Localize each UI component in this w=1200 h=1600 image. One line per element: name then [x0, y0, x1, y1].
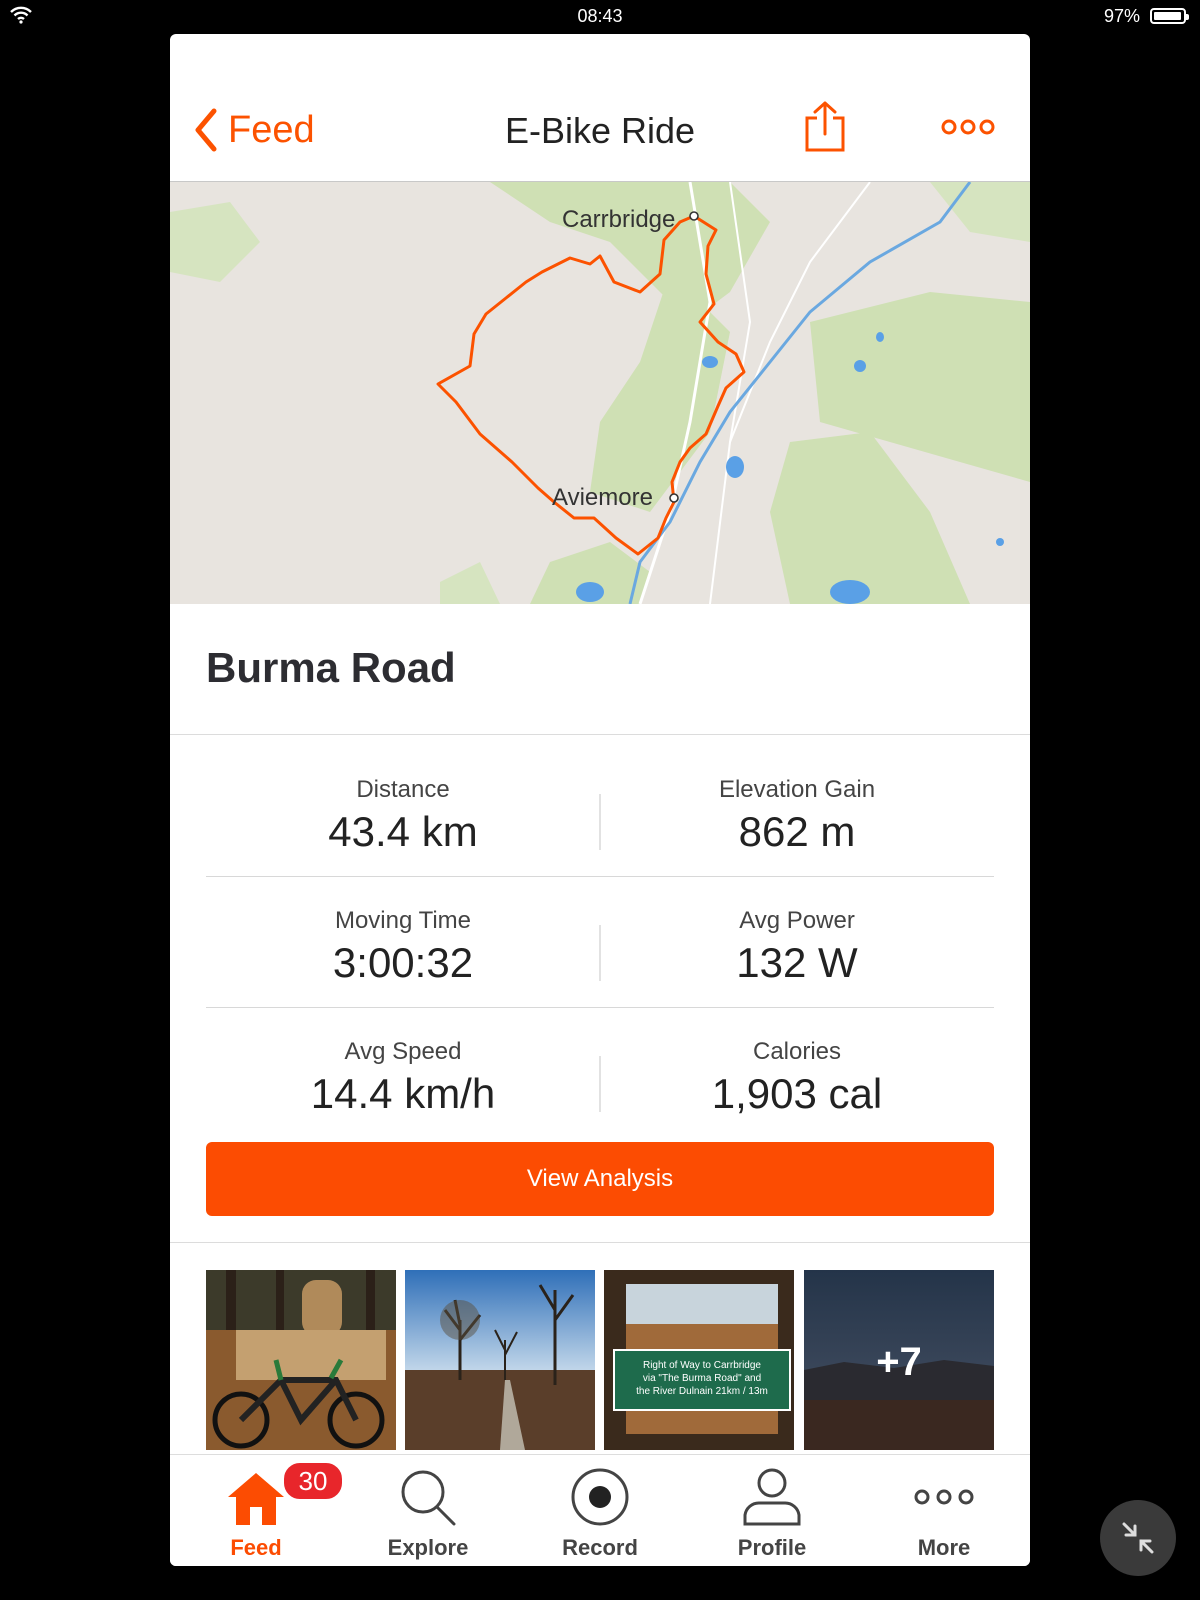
- stat-label: Distance: [356, 776, 450, 803]
- photo-trail-image: [405, 1270, 595, 1450]
- record-icon: [571, 1468, 629, 1526]
- navigation-bar: Feed E-Bike Ride: [170, 34, 1030, 182]
- route-map[interactable]: Carrbridge Aviemore: [170, 182, 1030, 604]
- sign-text-line: the River Dulnain 21km / 13m: [636, 1386, 768, 1397]
- stat-value: 14.4 km/h: [310, 1070, 496, 1117]
- tab-label: More: [917, 1535, 971, 1560]
- stat-value: 862 m: [738, 808, 856, 855]
- more-icon: [914, 1489, 974, 1505]
- status-bar: 08:43 97%: [0, 0, 1200, 34]
- divider: [170, 734, 1030, 735]
- tab-label: Record: [562, 1535, 638, 1560]
- stats-row: Moving Time 3:00:32 Avg Power 132 W: [206, 877, 994, 1008]
- photo-thumbnail-sign[interactable]: Right of Way to Carrbridge via "The Burm…: [604, 1270, 794, 1450]
- stat-calories: Calories 1,903 cal: [600, 1008, 994, 1138]
- tab-label: Profile: [737, 1535, 807, 1560]
- tab-record[interactable]: Record: [514, 1455, 686, 1566]
- tab-feed[interactable]: 30 Feed: [170, 1455, 344, 1566]
- stat-label: Elevation Gain: [718, 776, 876, 803]
- stat-label: Avg Speed: [344, 1038, 462, 1065]
- photo-thumbnail-trail[interactable]: [405, 1270, 595, 1450]
- map-canvas: [170, 182, 1030, 604]
- search-icon: [401, 1470, 456, 1526]
- divider: [170, 1242, 1030, 1243]
- stat-label: Avg Power: [739, 907, 855, 934]
- notification-badge: 30: [282, 1461, 344, 1501]
- stats-row: Distance 43.4 km Elevation Gain 862 m: [206, 746, 994, 877]
- tab-bar: 30 Feed Explore Record Profile More: [170, 1454, 1030, 1566]
- more-options-icon[interactable]: [940, 116, 996, 138]
- tab-label: Explore: [387, 1535, 469, 1560]
- stat-avg-power: Avg Power 132 W: [600, 877, 994, 1007]
- stat-moving-time: Moving Time 3:00:32: [206, 877, 600, 1007]
- stat-value: 1,903 cal: [711, 1070, 883, 1117]
- tab-explore[interactable]: Explore: [342, 1455, 514, 1566]
- stats-row: Avg Speed 14.4 km/h Calories 1,903 cal: [206, 1008, 994, 1138]
- profile-icon: [743, 1468, 801, 1526]
- battery-icon: [1150, 8, 1189, 24]
- activity-title: Burma Road: [206, 644, 456, 691]
- photo-thumbnail-bike[interactable]: [206, 1270, 396, 1450]
- map-place-aviemore: Aviemore: [552, 484, 653, 511]
- home-icon: [228, 1473, 284, 1525]
- photo-bike-image: [206, 1270, 396, 1450]
- stats-grid: Distance 43.4 km Elevation Gain 862 m Mo…: [206, 746, 994, 1138]
- more-photos-count: +7: [876, 1340, 922, 1384]
- stat-elevation-gain: Elevation Gain 862 m: [600, 746, 994, 876]
- sign-text-line: via "The Burma Road" and: [643, 1373, 761, 1384]
- stat-value: 3:00:32: [332, 939, 474, 986]
- activity-screen: Feed E-Bike Ride Carrbridge Aviemore Bur…: [170, 34, 1030, 1566]
- stat-label: Calories: [752, 1038, 842, 1065]
- stat-label: Moving Time: [334, 907, 472, 934]
- collapse-arrows-icon: [1122, 1522, 1154, 1554]
- stat-value: 132 W: [736, 939, 858, 986]
- stat-value: 43.4 km: [328, 808, 478, 855]
- photo-thumbnail-more[interactable]: +7: [804, 1270, 994, 1450]
- sign-text-line: Right of Way to Carrbridge: [643, 1360, 761, 1371]
- view-analysis-button[interactable]: View Analysis: [206, 1142, 994, 1216]
- battery-percentage: 97%: [1103, 6, 1140, 26]
- page-title: E-Bike Ride: [504, 110, 696, 151]
- photo-strip: Right of Way to Carrbridge via "The Burm…: [206, 1270, 994, 1450]
- tab-profile[interactable]: Profile: [686, 1455, 858, 1566]
- collapse-button[interactable]: [1100, 1500, 1176, 1576]
- stat-avg-speed: Avg Speed 14.4 km/h: [206, 1008, 600, 1138]
- stat-distance: Distance 43.4 km: [206, 746, 600, 876]
- map-place-carrbridge: Carrbridge: [562, 206, 676, 233]
- tab-label: Feed: [230, 1535, 282, 1560]
- status-time: 08:43: [577, 6, 623, 26]
- photo-sign-image: Right of Way to Carrbridge via "The Burm…: [604, 1270, 794, 1450]
- share-icon[interactable]: [802, 100, 848, 154]
- tab-more[interactable]: More: [858, 1455, 1030, 1566]
